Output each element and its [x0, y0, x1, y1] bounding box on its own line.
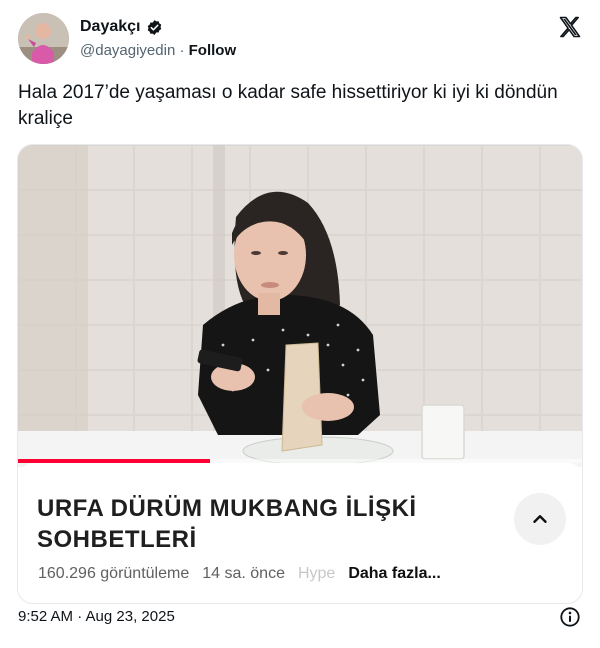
display-name[interactable]: Dayakçı	[80, 18, 141, 36]
video-meta-row: 160.296 görüntüleme 14 sa. önce Hype Dah…	[38, 565, 441, 583]
video-frame-image	[18, 145, 582, 467]
handle[interactable]: @dayagiyedin	[80, 42, 175, 59]
upload-age: 14 sa. önce	[202, 565, 285, 582]
verified-badge-icon	[147, 19, 161, 35]
avatar-image	[18, 13, 69, 64]
video-title[interactable]: URFA DÜRÜM MUKBANG İLİŞKİ SOHBETLERİ	[37, 493, 477, 555]
tweet-timestamp[interactable]: 9:52 AM · Aug 23, 2025	[18, 608, 175, 625]
chevron-up-icon	[533, 515, 547, 523]
view-count: 160.296 görüntüleme	[38, 565, 190, 582]
tweet-text: Hala 2017’de yaşaması o kadar safe hisse…	[18, 82, 558, 129]
follow-button[interactable]: Follow	[189, 42, 237, 59]
video-info-panel: URFA DÜRÜM MUKBANG İLİŞKİ SOHBETLERİ 160…	[18, 463, 582, 603]
x-logo-icon[interactable]	[558, 15, 582, 39]
handle-row: @dayagiyedin · Follow	[80, 42, 236, 59]
collapse-button[interactable]	[514, 493, 566, 545]
tweet-header: Dayakçı @dayagiyedin · Follow	[18, 12, 582, 68]
video-thumbnail[interactable]	[18, 145, 582, 467]
hype-tag: Hype	[297, 565, 336, 582]
video-card[interactable]: URFA DÜRÜM MUKBANG İLİŞKİ SOHBETLERİ 160…	[17, 144, 583, 604]
info-icon[interactable]	[559, 606, 581, 628]
avatar[interactable]	[18, 13, 69, 64]
separator-dot: ·	[179, 42, 185, 59]
name-row: Dayakçı	[80, 18, 163, 36]
more-link[interactable]: Daha fazla...	[348, 565, 440, 583]
